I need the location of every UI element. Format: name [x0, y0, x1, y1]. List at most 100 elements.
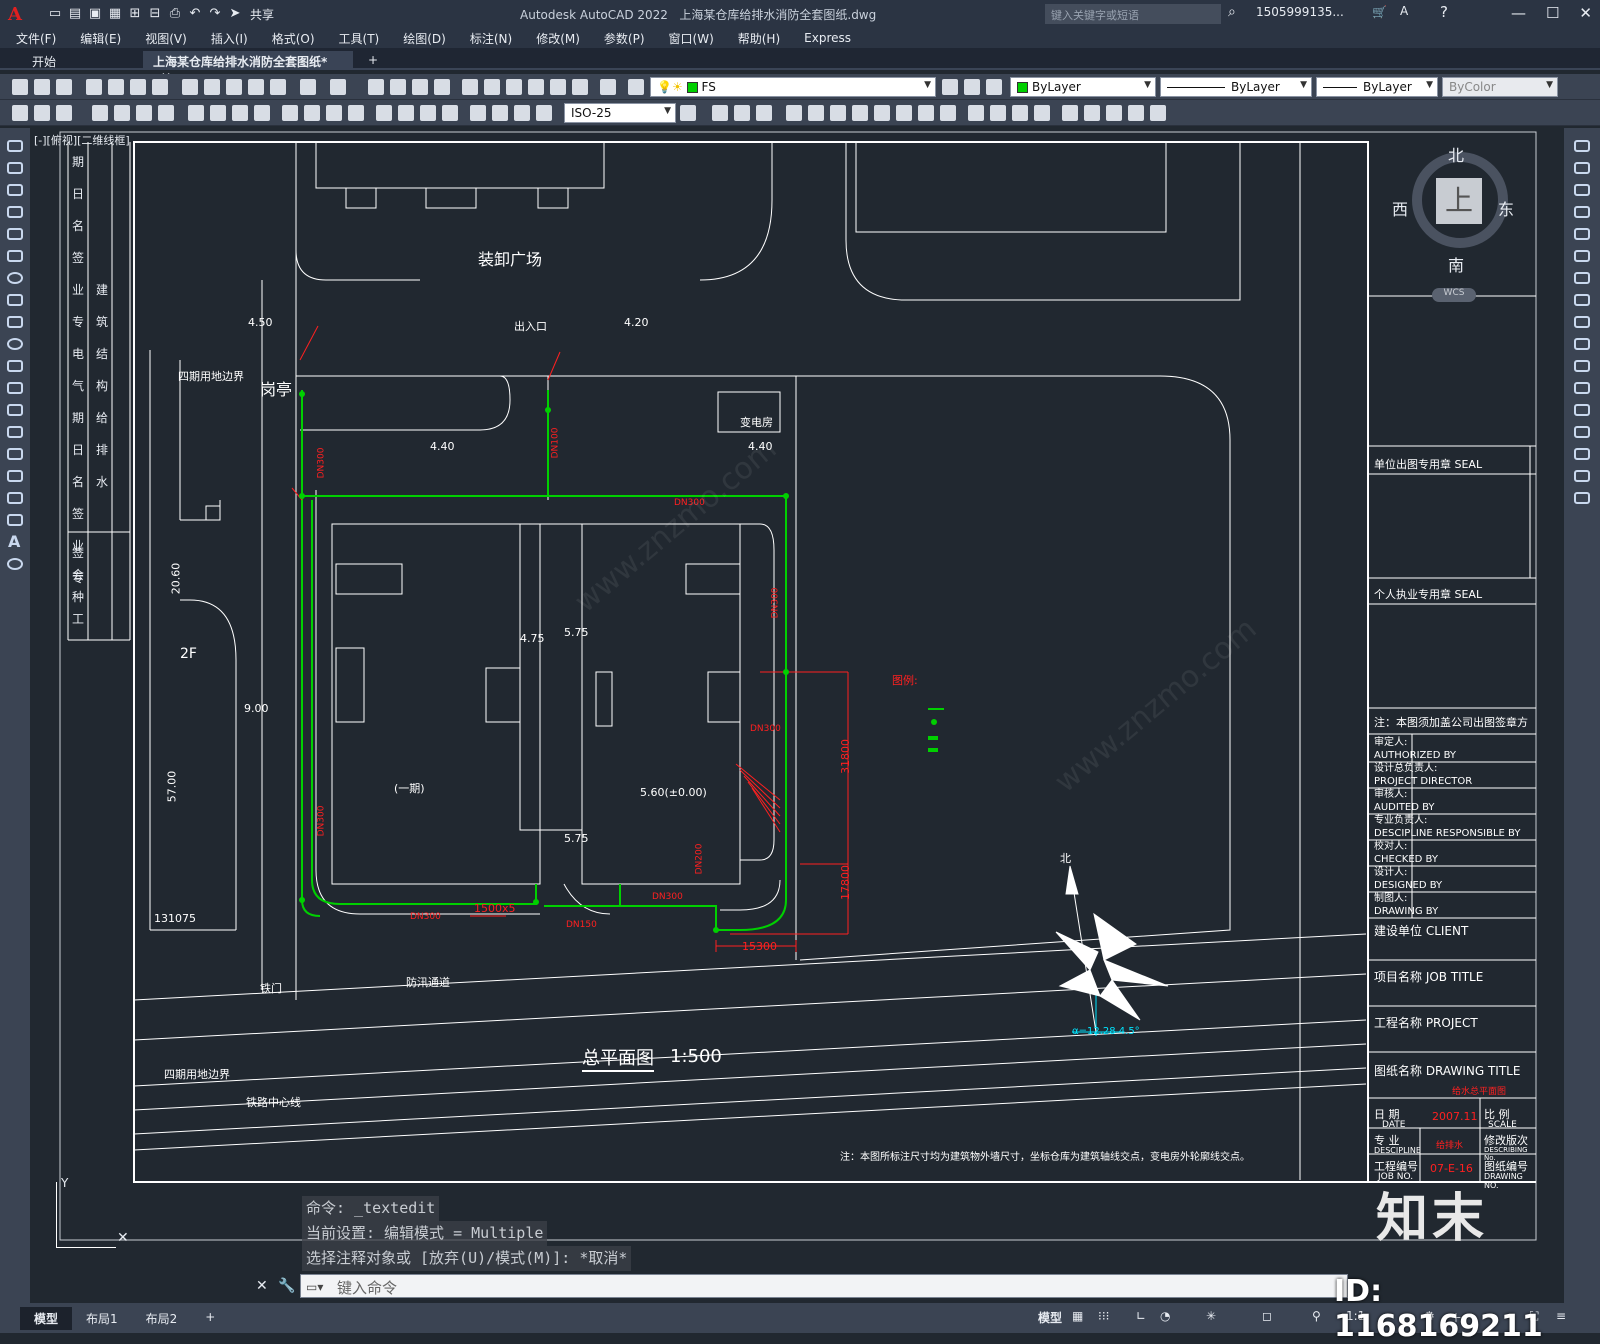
menu-help[interactable]: 帮助(H): [738, 30, 780, 47]
move-tool-icon[interactable]: [1574, 250, 1590, 262]
tab-layout2[interactable]: 布局2: [132, 1307, 192, 1330]
open-icon-2[interactable]: [34, 79, 50, 95]
copy-tool-icon[interactable]: [1574, 162, 1590, 174]
menu-dimension[interactable]: 标注(N): [470, 30, 512, 47]
hatch-tool-icon[interactable]: [7, 448, 23, 460]
plotstyle-dropdown[interactable]: ByColor ▼: [1442, 77, 1558, 97]
join-icon[interactable]: [968, 105, 984, 121]
move-3d-icon[interactable]: [712, 105, 728, 121]
spline-tool-icon[interactable]: [7, 316, 23, 328]
saveas-icon[interactable]: ▦: [106, 6, 124, 22]
dimaligned-icon[interactable]: [34, 105, 50, 121]
layer-state-icon[interactable]: [986, 79, 1002, 95]
menu-insert[interactable]: 插入(I): [211, 30, 248, 47]
help-icon-2[interactable]: [600, 79, 616, 95]
chamfer-icon[interactable]: [990, 105, 1006, 121]
fillet-tool-icon[interactable]: [1574, 448, 1590, 460]
3d-icon[interactable]: [152, 79, 168, 95]
open-icon[interactable]: ▤: [66, 6, 84, 22]
copy-3d-icon[interactable]: [734, 105, 750, 121]
inspect-icon[interactable]: [376, 105, 392, 121]
layer-properties-icon[interactable]: [628, 79, 644, 95]
copy-icon[interactable]: [204, 79, 220, 95]
dimedit-icon[interactable]: [420, 105, 436, 121]
properties-icon[interactable]: [462, 79, 478, 95]
rectangle-tool-icon[interactable]: [7, 228, 23, 240]
dimdiameter-icon[interactable]: [158, 105, 174, 121]
mirror-icon[interactable]: [786, 105, 802, 121]
designcenter-icon[interactable]: [484, 79, 500, 95]
dimstyle-manager-icon[interactable]: [680, 105, 696, 121]
layer-previous-icon[interactable]: [964, 79, 980, 95]
close-command-icon[interactable]: ✕: [256, 1278, 268, 1294]
erase-tool-icon[interactable]: [1574, 140, 1590, 152]
group-icon[interactable]: [1062, 105, 1078, 121]
app-logo[interactable]: A: [0, 0, 30, 28]
undo-icon-2[interactable]: [300, 79, 316, 95]
dimstyle-dropdown[interactable]: ISO-25 ▼: [564, 103, 676, 123]
scale-tool-icon[interactable]: [1574, 294, 1590, 306]
blend-tool-icon[interactable]: [1574, 470, 1590, 482]
menu-window[interactable]: 窗口(W): [669, 30, 714, 47]
extend-tool-icon[interactable]: [1574, 360, 1590, 372]
undo-icon[interactable]: ↶: [186, 6, 204, 22]
join-tool-icon[interactable]: [1574, 404, 1590, 416]
polygon-tool-icon[interactable]: [7, 206, 23, 218]
menu-view[interactable]: 视图(V): [145, 30, 187, 47]
sheetset-icon[interactable]: [528, 79, 544, 95]
extend-icon[interactable]: [918, 105, 934, 121]
menu-draw[interactable]: 绘图(D): [403, 30, 446, 47]
linetype-dropdown[interactable]: ByLayer ▼: [1160, 77, 1312, 97]
recent-commands-icon[interactable]: ▭▾: [306, 1280, 323, 1294]
cart-icon[interactable]: 🛒: [1372, 5, 1387, 19]
gradient-tool-icon[interactable]: [7, 470, 23, 482]
color-dropdown[interactable]: ByLayer ▼: [1010, 77, 1156, 97]
circle-tool-icon[interactable]: [7, 272, 23, 284]
stretch-tool-icon[interactable]: [1574, 316, 1590, 328]
search-input[interactable]: 键入关键字或短语: [1045, 4, 1221, 24]
blockeditor-icon[interactable]: [270, 79, 286, 95]
dimarc-icon[interactable]: [56, 105, 72, 121]
save-icon-2[interactable]: [56, 79, 72, 95]
menu-modify[interactable]: 修改(M): [536, 30, 580, 47]
region-tool-icon[interactable]: [7, 492, 23, 504]
dimordinate-icon[interactable]: [92, 105, 108, 121]
break-tool-icon[interactable]: [1574, 382, 1590, 394]
polyline-tool-icon[interactable]: [7, 184, 23, 196]
maximize-button[interactable]: ☐: [1546, 4, 1559, 22]
dimlinear-icon[interactable]: [12, 105, 28, 121]
drawing-canvas[interactable]: [-][俯视][二维线框] 上 北 南 东 西 WCS 期日名签业专电气期日名签…: [30, 128, 1564, 1303]
make-block-icon[interactable]: [7, 404, 23, 416]
dimspace-icon[interactable]: [282, 105, 298, 121]
user-account[interactable]: 1505999135...: [1256, 5, 1344, 19]
command-input[interactable]: 键入命令: [300, 1274, 1348, 1298]
mirror-tool-icon[interactable]: [1574, 184, 1590, 196]
edit-polyline-icon[interactable]: [1150, 105, 1166, 121]
dimupdate-icon[interactable]: [470, 105, 486, 121]
zoom-previous-icon[interactable]: [434, 79, 450, 95]
offset-icon[interactable]: [808, 105, 824, 121]
scale-icon[interactable]: [874, 105, 890, 121]
help-icon[interactable]: ?: [1440, 3, 1448, 21]
qdim-icon[interactable]: [210, 105, 226, 121]
add-layout-button[interactable]: +: [191, 1307, 229, 1330]
menu-express[interactable]: Express: [804, 31, 851, 45]
cut-icon[interactable]: [182, 79, 198, 95]
pan-icon[interactable]: [368, 79, 384, 95]
osnap-track-icon[interactable]: ◻: [1262, 1309, 1272, 1327]
new-icon[interactable]: ▭: [46, 6, 64, 22]
rotate-icon[interactable]: [852, 105, 868, 121]
ortho-icon[interactable]: ∟: [1136, 1309, 1146, 1327]
dimtedit-icon[interactable]: [442, 105, 458, 121]
lineweight-dropdown[interactable]: ByLayer ▼: [1316, 77, 1438, 97]
jogline-icon[interactable]: [398, 105, 414, 121]
redo-icon-2[interactable]: [330, 79, 346, 95]
search-icon[interactable]: ⌕: [1228, 4, 1236, 20]
tab-layout1[interactable]: 布局1: [72, 1307, 132, 1330]
markup-icon[interactable]: [550, 79, 566, 95]
mtext-tool-icon[interactable]: A: [8, 532, 20, 551]
dimstyle-icon[interactable]: [492, 105, 508, 121]
offset-tool-icon[interactable]: [1574, 206, 1590, 218]
centermark-icon[interactable]: [348, 105, 364, 121]
make-current-icon[interactable]: [942, 79, 958, 95]
